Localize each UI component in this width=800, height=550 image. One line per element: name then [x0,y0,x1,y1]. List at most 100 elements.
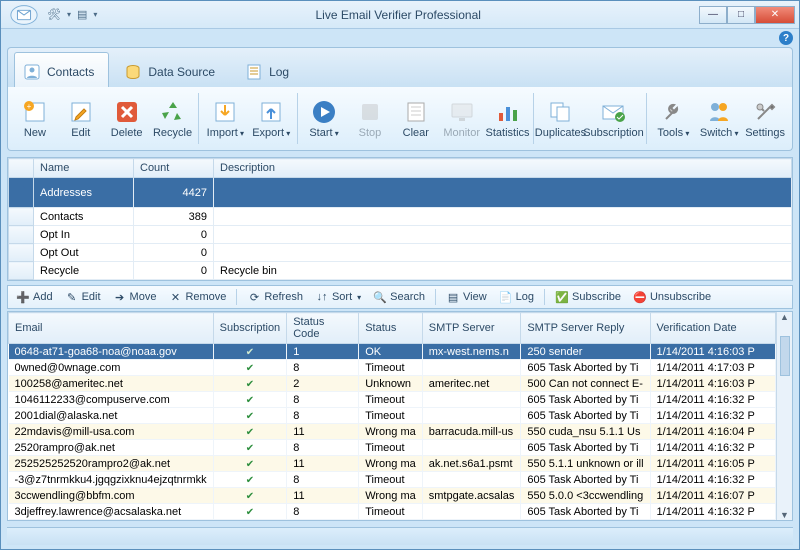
import-button[interactable]: Import [202,89,248,148]
group-row[interactable]: Contacts389 [9,208,792,226]
statistics-button[interactable]: Statistics [485,89,531,148]
cell-subscription[interactable] [213,424,287,440]
cell-email: 2001dial@alaska.net [9,408,214,424]
switch-button[interactable]: Switch [696,89,742,148]
tab-contacts[interactable]: Contacts [14,52,109,87]
cell-subscription[interactable] [213,360,287,376]
move-button[interactable]: ➔Move [109,288,161,306]
cell-subscription[interactable] [213,504,287,520]
add-button[interactable]: ➕Add [12,288,57,306]
column-header[interactable]: SMTP Server Reply [521,313,650,344]
switch-icon [706,99,732,125]
minimize-button[interactable]: — [699,6,727,24]
qat-list-icon[interactable]: ▤ [77,8,87,21]
column-header[interactable]: Description [214,159,792,178]
view-button[interactable]: ▤View [442,288,491,306]
subscribe-icon: ✅ [555,290,569,304]
cell-status: Unknown [359,376,423,392]
recycle-button[interactable]: Recycle [150,89,196,148]
help-icon[interactable]: ? [779,31,793,45]
tab-log[interactable]: Log [236,52,304,87]
cell-date: 1/14/2011 4:16:05 P [650,456,775,472]
groups-grid[interactable]: NameCountDescription▶Addresses4427Contac… [7,157,793,281]
column-header[interactable]: Count [134,159,214,178]
duplicates-button[interactable]: Duplicates [537,89,583,148]
cell-subscription[interactable] [213,456,287,472]
email-row[interactable]: 1046112233@compuserve.com8Timeout605 Tas… [9,392,776,408]
column-header[interactable]: Name [34,159,134,178]
email-row[interactable]: 0wned@0wnage.com8Timeout605 Task Aborted… [9,360,776,376]
settings-button[interactable]: Settings [742,89,788,148]
unsubscribe-button[interactable]: ⛔Unsubscribe [629,288,715,306]
new-button[interactable]: +New [12,89,58,148]
cell-smtp-reply: 605 Task Aborted by Ti [521,504,650,520]
cell-date: 1/14/2011 4:16:32 P [650,504,775,520]
tools-icon [660,99,686,125]
email-row[interactable]: 252525252520rampro2@ak.net11Wrong maak.n… [9,456,776,472]
email-row[interactable]: 100258@ameritec.net2Unknownameritec.net5… [9,376,776,392]
column-header[interactable]: Subscription [213,313,287,344]
column-header[interactable]: Email [9,313,214,344]
scroll-thumb[interactable] [780,336,790,376]
group-row[interactable]: Opt In0 [9,226,792,244]
log-button[interactable]: 📄Log [495,288,538,306]
start-button[interactable]: Start [301,89,347,148]
cell-subscription[interactable] [213,472,287,488]
cell-status: Timeout [359,440,423,456]
close-button[interactable]: ✕ [755,6,795,24]
edit-button[interactable]: ✎Edit [61,288,105,306]
delete-button[interactable]: Delete [104,89,150,148]
maximize-button[interactable]: □ [727,6,755,24]
column-header[interactable]: Status [359,313,423,344]
scroll-down-icon[interactable]: ▼ [780,510,789,520]
clear-button[interactable]: Clear [393,89,439,148]
email-row[interactable]: 22mdavis@mill-usa.com11Wrong mabarracuda… [9,424,776,440]
edit-button[interactable]: Edit [58,89,104,148]
cell-smtp-server [422,360,521,376]
subscribe-button[interactable]: ✅Subscribe [551,288,625,306]
column-header[interactable]: Verification Date [650,313,775,344]
datasource-icon [124,63,142,81]
refresh-button[interactable]: ⟳Refresh [243,288,307,306]
cell-subscription[interactable] [213,408,287,424]
email-row[interactable]: 2520rampro@ak.net8Timeout605 Task Aborte… [9,440,776,456]
delete-icon [114,99,140,125]
group-count: 0 [134,226,214,244]
email-row[interactable]: 0648-at71-goa68-noa@noaa.gov1OKmx-west.n… [9,344,776,360]
column-header[interactable]: Status Code [287,313,359,344]
search-button[interactable]: 🔍Search [369,288,429,306]
group-count: 0 [134,262,214,280]
button-label: Clear [403,127,429,139]
sort-button[interactable]: ↓↑Sort [311,288,365,306]
duplicates-icon [547,99,573,125]
email-row[interactable]: 3ccwendling@bbfm.com11Wrong masmtpgate.a… [9,488,776,504]
unsubscribe-icon: ⛔ [633,290,647,304]
column-header[interactable]: SMTP Server [422,313,521,344]
email-row[interactable]: -3@z7tnrmkku4.jgqgzixknu4ejzqtnrmkk8Time… [9,472,776,488]
button-label: Statistics [486,127,530,139]
cell-smtp-reply: 605 Task Aborted by Ti [521,440,650,456]
email-row[interactable]: 2001dial@alaska.net8Timeout605 Task Abor… [9,408,776,424]
scroll-up-icon[interactable]: ▲ [780,312,789,322]
cell-smtp-reply: 250 sender [521,344,650,360]
group-row[interactable]: ▶Addresses4427 [9,178,792,208]
cell-subscription[interactable] [213,344,287,360]
group-row[interactable]: Recycle0Recycle bin [9,262,792,280]
tools-button[interactable]: Tools [650,89,696,148]
qat-dropdown-icon[interactable]: ▾ [67,10,71,19]
cell-subscription[interactable] [213,440,287,456]
app-orb-button[interactable] [5,1,43,29]
email-row[interactable]: 3djeffrey.lawrence@acsalaska.net8Timeout… [9,504,776,520]
group-desc [214,208,792,226]
qat-tools-icon[interactable]: 🛠 [47,8,61,21]
cell-subscription[interactable] [213,488,287,504]
vertical-scrollbar[interactable]: ▲ ▼ [776,312,792,520]
group-row[interactable]: Opt Out0 [9,244,792,262]
subscription-button[interactable]: Subscription [583,89,643,148]
emails-grid[interactable]: EmailSubscriptionStatus CodeStatusSMTP S… [8,312,776,520]
tab-datasource[interactable]: Data Source [115,52,230,87]
cell-subscription[interactable] [213,376,287,392]
export-button[interactable]: Export [248,89,294,148]
remove-button[interactable]: ✕Remove [164,288,230,306]
cell-subscription[interactable] [213,392,287,408]
